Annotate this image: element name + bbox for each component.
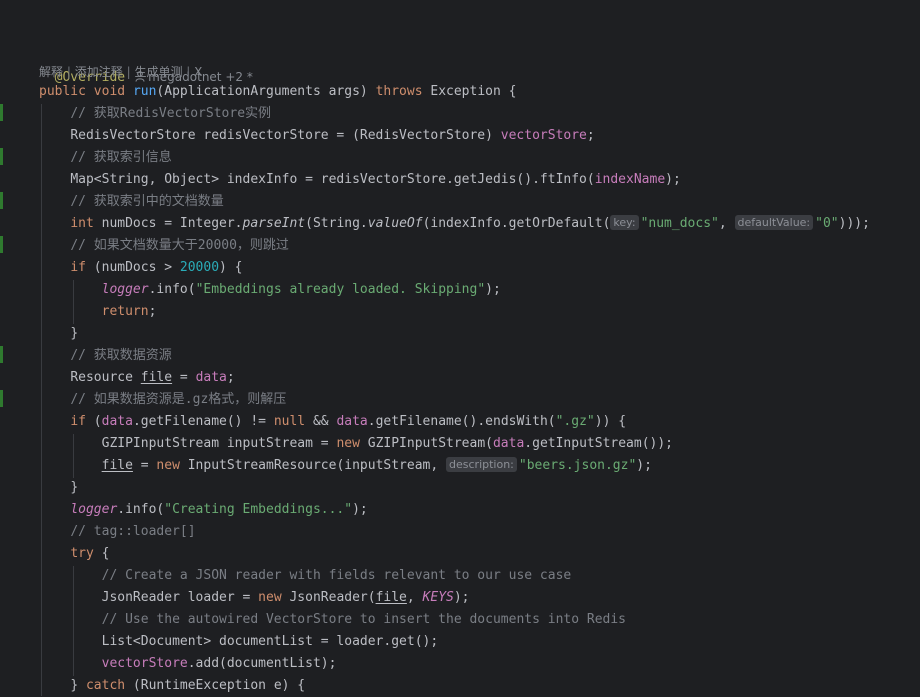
lens-separator: | [186,65,191,79]
code-line[interactable]: GZIPInputStream inputStream = new GZIPIn… [39,433,673,455]
code-line[interactable]: Map<String, Object> indexInfo = redisVec… [39,169,681,191]
code-line[interactable]: public void run(ApplicationArguments arg… [39,81,516,103]
code-line[interactable]: return; [39,301,157,323]
code-line[interactable]: List<Document> documentList = loader.get… [39,631,439,653]
close-lens-action[interactable]: X [194,65,202,79]
code-comment[interactable]: // 获取数据资源 [39,345,171,367]
code-line[interactable]: JsonReader loader = new JsonReader(file,… [39,587,470,609]
parameter-hint-description: description: [446,457,517,472]
code-line[interactable]: int numDocs = Integer.parseInt(String.va… [39,213,870,235]
gutter-change-marker[interactable] [0,390,3,407]
code-line[interactable]: } [39,477,78,499]
code-lens-bar: 解释 | 添加注释 | 生成单测 | X [39,63,202,81]
explain-action[interactable]: 解释 [39,65,63,79]
parameter-hint-key: key: [610,215,639,230]
code-comment[interactable]: // tag::loader[] [39,521,195,543]
parameter-hint-default-value: defaultValue: [734,215,814,230]
code-comment[interactable]: // 获取索引信息 [39,147,171,169]
generate-unit-test-action[interactable]: 生成单测 [134,65,182,79]
code-comment[interactable]: // 获取索引中的文档数量 [39,191,223,213]
code-line[interactable]: file = new InputStreamResource(inputStre… [39,455,652,477]
code-line[interactable]: Resource file = data; [39,367,234,389]
gutter-change-marker[interactable] [0,104,3,121]
code-line[interactable]: logger.info("Embeddings already loaded. … [39,279,501,301]
gutter-change-marker[interactable] [0,148,3,165]
gutter-change-marker[interactable] [0,192,3,209]
code-line[interactable]: vectorStore.add(documentList); [39,653,337,675]
code-line[interactable]: if (data.getFilename() != null && data.g… [39,411,626,433]
lens-separator: | [66,65,71,79]
code-line[interactable]: RedisVectorStore redisVectorStore = (Red… [39,125,594,147]
code-comment[interactable]: // 如果数据资源是.gz格式，则解压 [39,389,286,411]
add-comment-action[interactable]: 添加注释 [75,65,123,79]
method-name: run [132,84,157,99]
lens-separator: | [126,65,131,79]
code-line[interactable]: logger.info("Creating Embeddings..."); [39,499,367,521]
code-line[interactable]: try { [39,543,109,565]
code-line[interactable]: } catch (RuntimeException e) { [39,675,305,697]
code-line[interactable]: } [39,323,78,345]
code-comment[interactable]: // Use the autowired VectorStore to inse… [39,609,626,631]
code-comment[interactable]: // 获取RedisVectorStore实例 [39,103,271,125]
gutter-change-marker[interactable] [0,236,3,253]
gutter-change-marker[interactable] [0,346,3,363]
code-comment[interactable]: // Create a JSON reader with fields rele… [39,565,572,587]
code-comment[interactable]: // 如果文档数量大于20000，则跳过 [39,235,289,257]
code-line[interactable]: if (numDocs > 20000) { [39,257,242,279]
